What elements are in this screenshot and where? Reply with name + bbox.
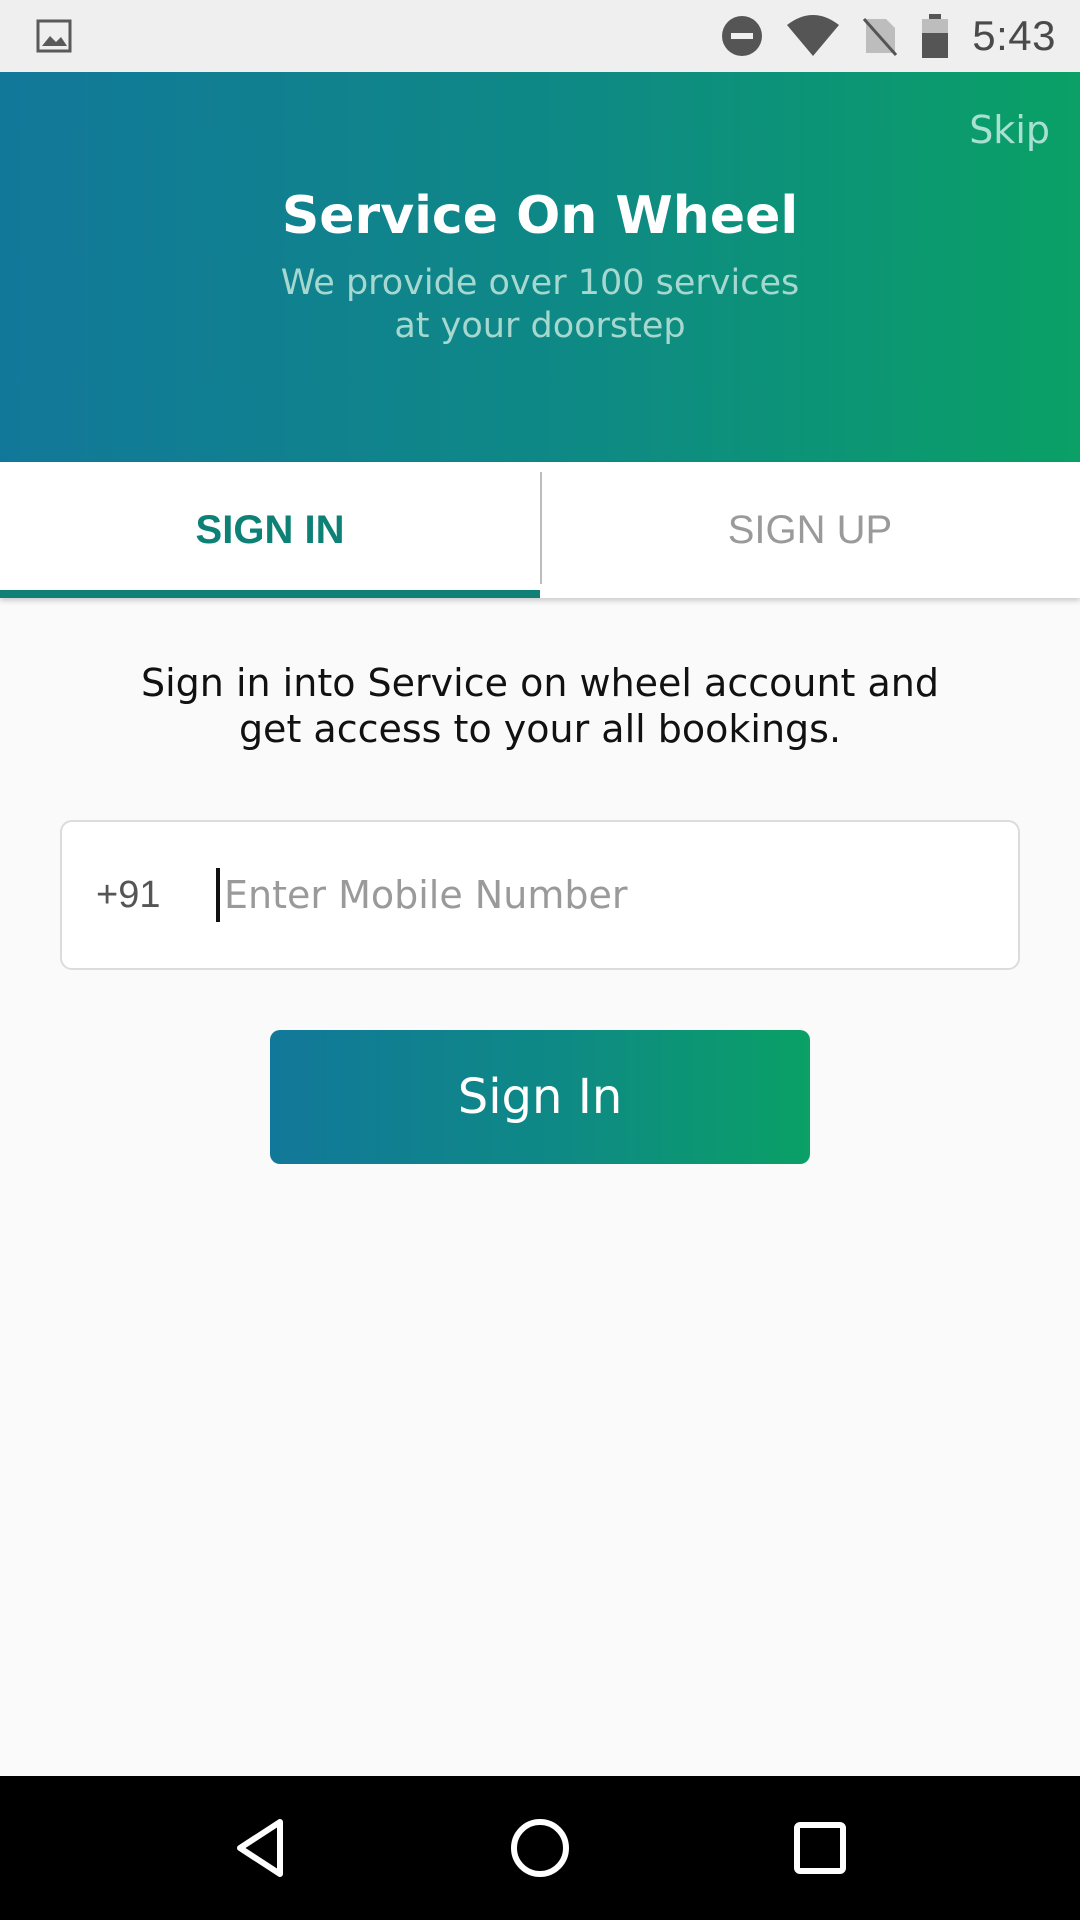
navigation-bar bbox=[0, 1776, 1080, 1920]
app-title: Service On Wheel bbox=[281, 186, 799, 246]
header-banner: Skip Service On Wheel We provide over 10… bbox=[0, 72, 1080, 462]
sign-in-button[interactable]: Sign In bbox=[270, 1030, 810, 1164]
sign-in-intro: Sign in into Service on wheel account an… bbox=[141, 661, 939, 751]
app-subtitle: We provide over 100 services at your doo… bbox=[280, 263, 800, 346]
status-right: 5:43 bbox=[720, 12, 1056, 60]
mobile-number-field[interactable]: +91 bbox=[60, 820, 1020, 970]
no-sim-icon bbox=[862, 15, 898, 57]
status-left bbox=[36, 18, 72, 54]
country-code: +91 bbox=[96, 873, 161, 916]
tab-sign-up[interactable]: SIGN UP bbox=[540, 462, 1080, 598]
image-icon bbox=[36, 18, 72, 54]
wifi-icon bbox=[786, 15, 840, 57]
battery-icon bbox=[920, 13, 950, 59]
do-not-disturb-icon bbox=[720, 14, 764, 58]
status-bar: 5:43 bbox=[0, 0, 1080, 72]
tab-sign-in[interactable]: SIGN IN bbox=[0, 462, 540, 598]
home-icon[interactable] bbox=[480, 1788, 600, 1908]
auth-tabs: SIGN IN SIGN UP bbox=[0, 462, 1080, 598]
back-icon[interactable] bbox=[200, 1788, 320, 1908]
skip-button[interactable]: Skip bbox=[969, 108, 1050, 152]
mobile-number-input[interactable] bbox=[216, 868, 1018, 922]
tab-divider bbox=[540, 472, 542, 584]
status-time: 5:43 bbox=[972, 12, 1056, 59]
recents-icon[interactable] bbox=[760, 1788, 880, 1908]
